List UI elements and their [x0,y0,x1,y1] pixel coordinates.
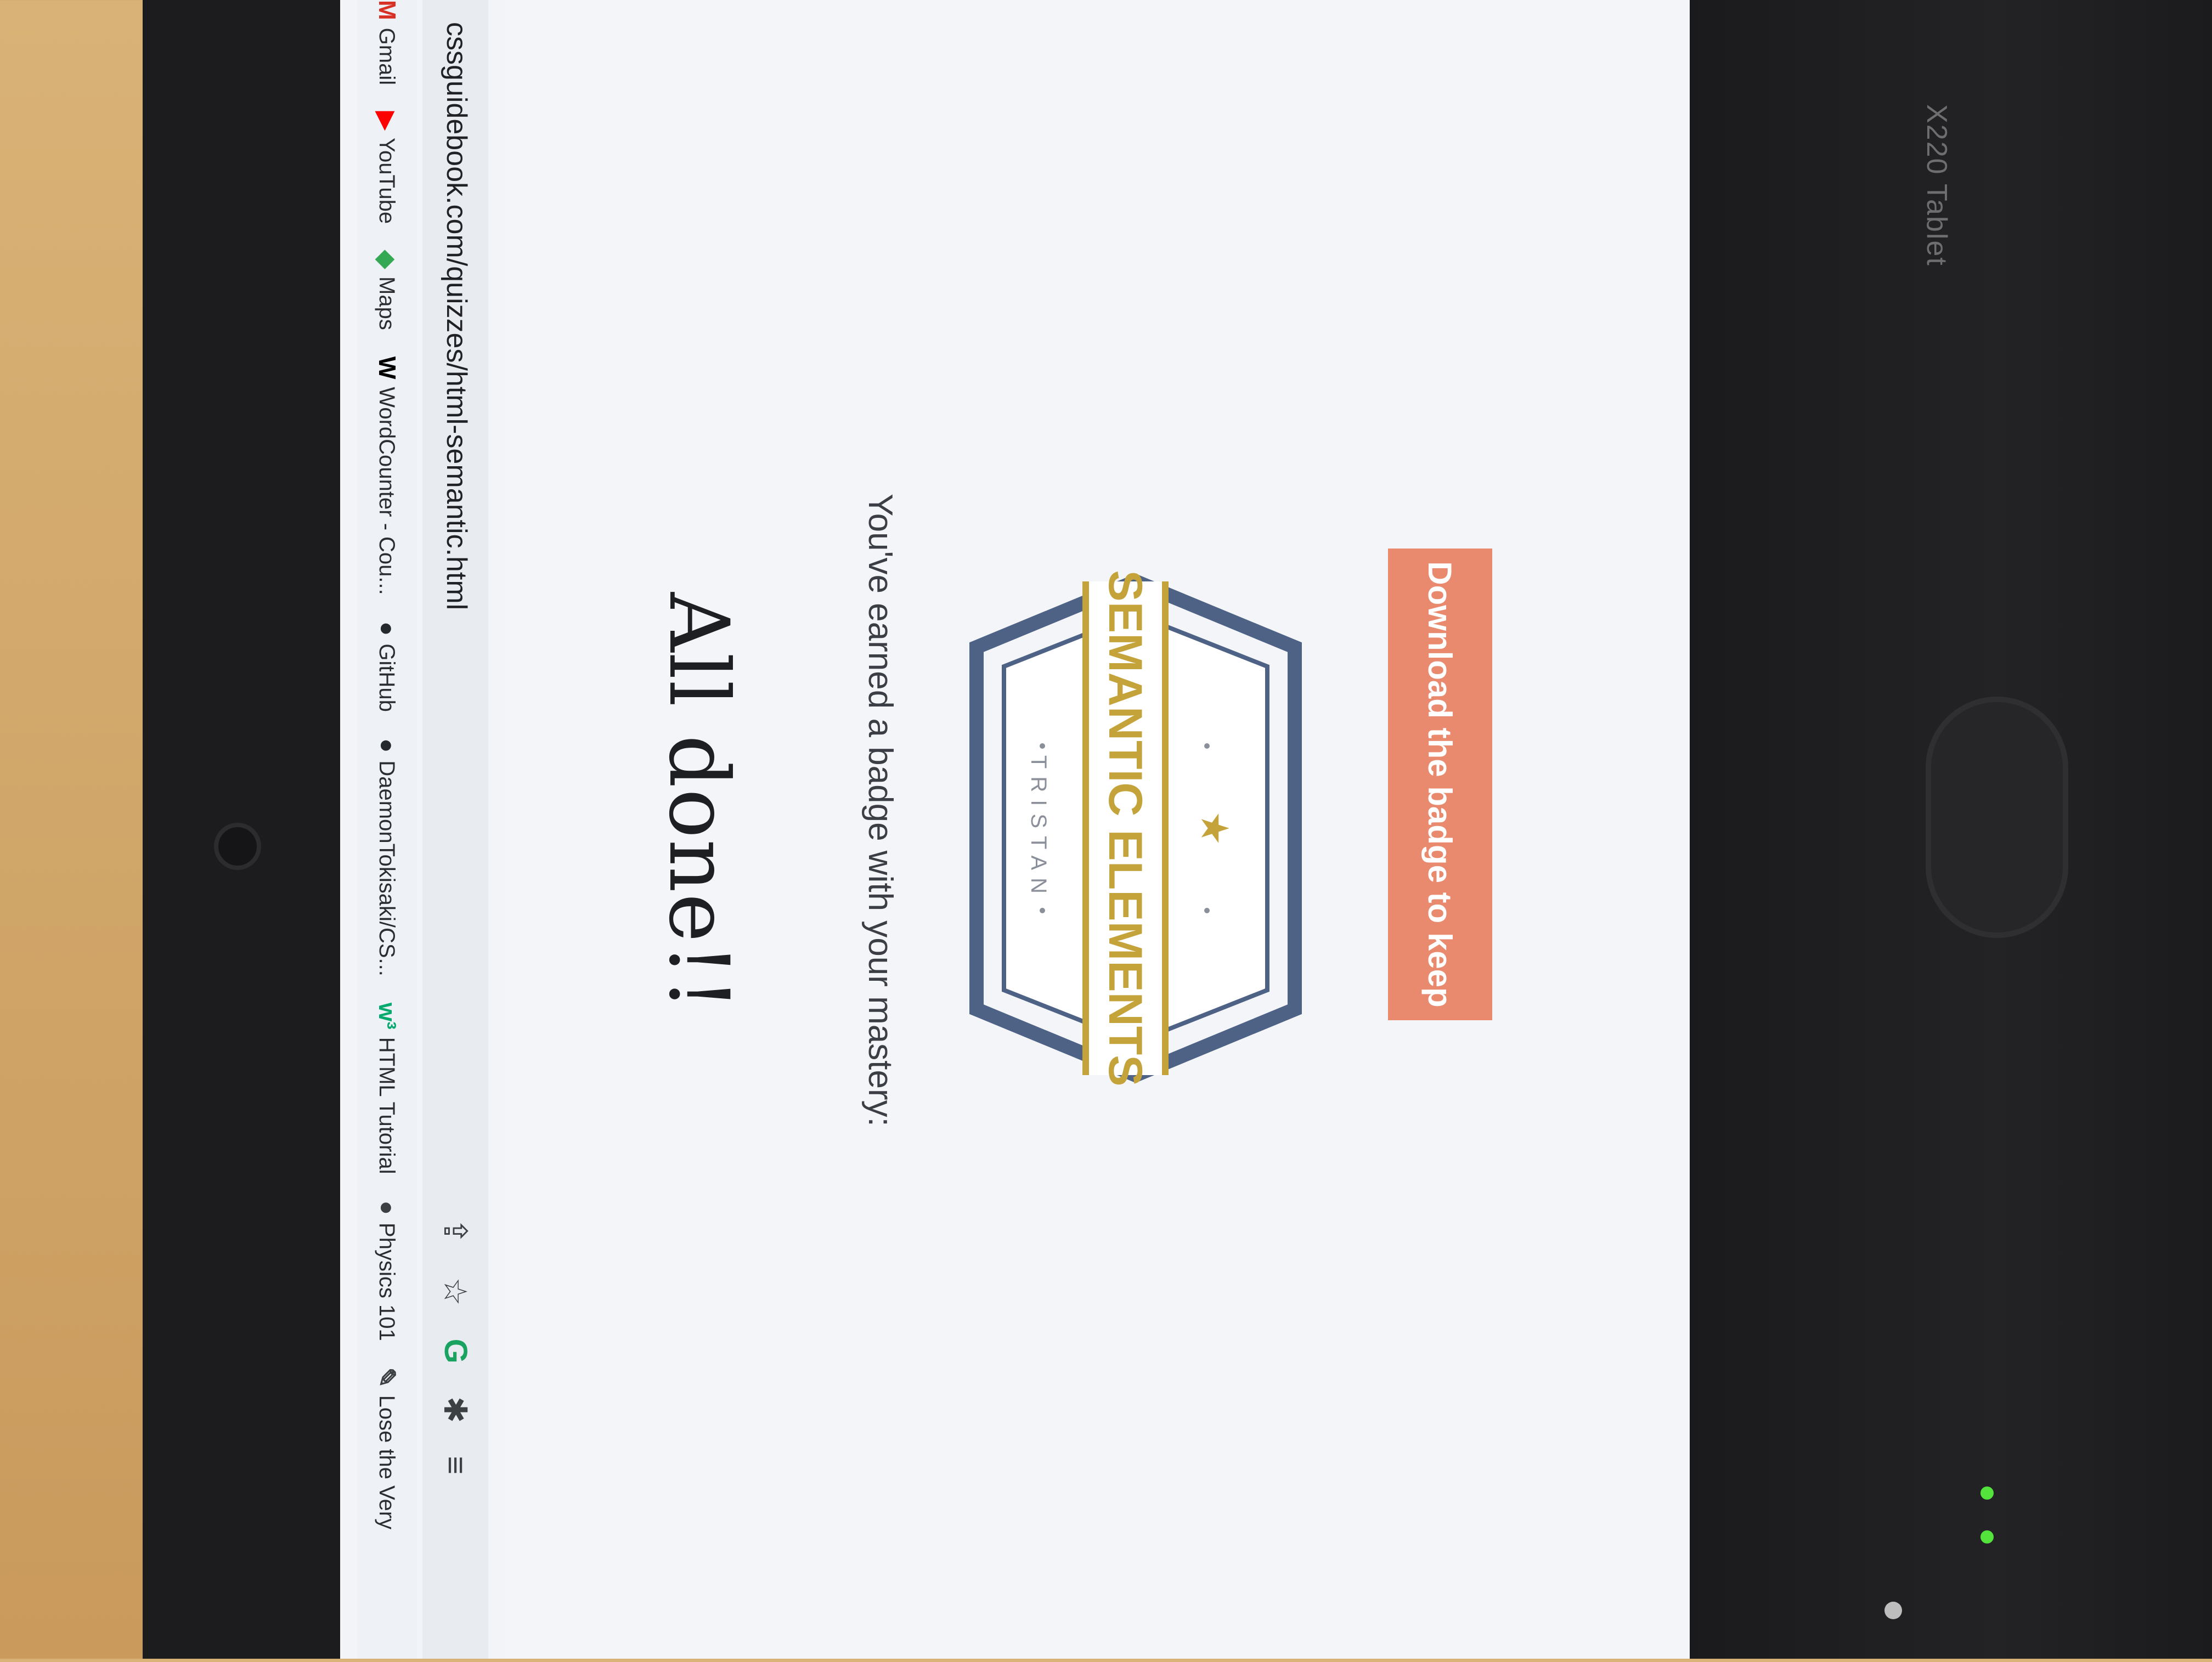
url-text[interactable]: cssguidebook.com/quizzes/html-semantic.h… [440,22,473,610]
wifi-light [1980,1486,1994,1500]
address-bar[interactable]: cssguidebook.com/quizzes/html-semantic.h… [422,0,488,1659]
download-badge-button[interactable]: Download the badge to keep [1388,549,1492,1020]
maps-icon: ◆ [373,250,400,269]
omnibox-icons: ⇪ ☆ G ✱ ≡ [437,1218,474,1474]
browser-window: × + cssguidebook.com/quizzes/html-semant… [340,0,1690,1659]
page-subtitle: You've earned a badge with your mastery: [861,494,899,1127]
bookmark-maps[interactable]: ◆ Maps [373,250,401,330]
semantic-elements-badge: SEMANTIC ELEMENTS TRISTAN ★ [969,570,1302,1086]
bookmark-label: HTML Tutorial [375,1037,399,1174]
youtube-icon: ▶ [373,111,400,130]
bookmark-github[interactable]: ● GitHub [373,621,400,712]
badge-dot [1204,743,1210,749]
star-icon: ★ [1193,811,1236,846]
bookmark-label: YouTube [375,137,399,224]
reading-list-icon[interactable]: ≡ [437,1456,474,1474]
screen: × + cssguidebook.com/quizzes/html-semant… [340,0,1690,1659]
status-lights [1964,1454,2019,1662]
share-icon[interactable]: ⇪ [437,1218,474,1245]
bookmark-label: DaemonTokisaki/CS... [375,760,399,976]
bookmark-gmail[interactable]: M Gmail [373,0,400,85]
badge-name: TRISTAN [1026,755,1051,901]
bookmark-label: Physics 101 [375,1223,399,1341]
badge-gold-bar-top [1162,581,1169,1075]
badge-label: SEMANTIC ELEMENTS [1099,570,1152,1086]
w3schools-icon: w³ [374,1002,400,1030]
extensions-puzzle-icon[interactable]: ✱ [437,1397,474,1423]
bookmark-youtube[interactable]: ▶ YouTube [373,111,401,224]
page-title: All done!! [651,592,746,1012]
bookmark-html-tutorial[interactable]: w³ HTML Tutorial [373,1003,400,1174]
globe-icon: ● [374,1200,400,1216]
bookmark-label: Lose the Very [375,1395,399,1530]
badge-dot [1040,743,1045,749]
github-icon: ● [374,738,400,753]
bookmark-physics[interactable]: ● Physics 101 [373,1200,400,1341]
bookmark-label: WordCounter - Cou... [375,387,399,595]
bookmark-star-icon[interactable]: ☆ [437,1277,474,1306]
hinge-knob [1926,697,2068,938]
bookmark-label: Gmail [375,27,399,86]
pencil-icon: ✎ [373,1367,400,1388]
wordcounter-icon: W [374,356,400,380]
grammarly-extension-icon[interactable]: G [437,1339,474,1364]
webcam [214,823,261,870]
bookmark-label: GitHub [375,643,399,712]
bluetooth-light [1980,1530,1994,1544]
badge-dot [1204,908,1210,913]
bookmark-lose-the-very[interactable]: ✎ Lose the Very [373,1367,401,1529]
badge-gold-bar-bottom [1082,581,1089,1075]
model-label: X220 Tablet [1921,104,1953,267]
bookmark-wordcounter[interactable]: W WordCounter - Cou... [373,357,400,595]
page-body: All done!! You've earned a badge with yo… [505,0,1690,1659]
bookmarks-bar: M Gmail ▶ YouTube ◆ Maps W WordCounter - Cou… [357,0,417,1659]
bookmark-label: Maps [375,276,399,330]
power-led [1884,1602,1902,1619]
badge-dot [1040,908,1045,913]
github-icon: ● [374,621,400,636]
gmail-icon: M [374,0,400,20]
bookmark-daemon[interactable]: ● DaemonTokisaki/CS... [373,738,400,976]
